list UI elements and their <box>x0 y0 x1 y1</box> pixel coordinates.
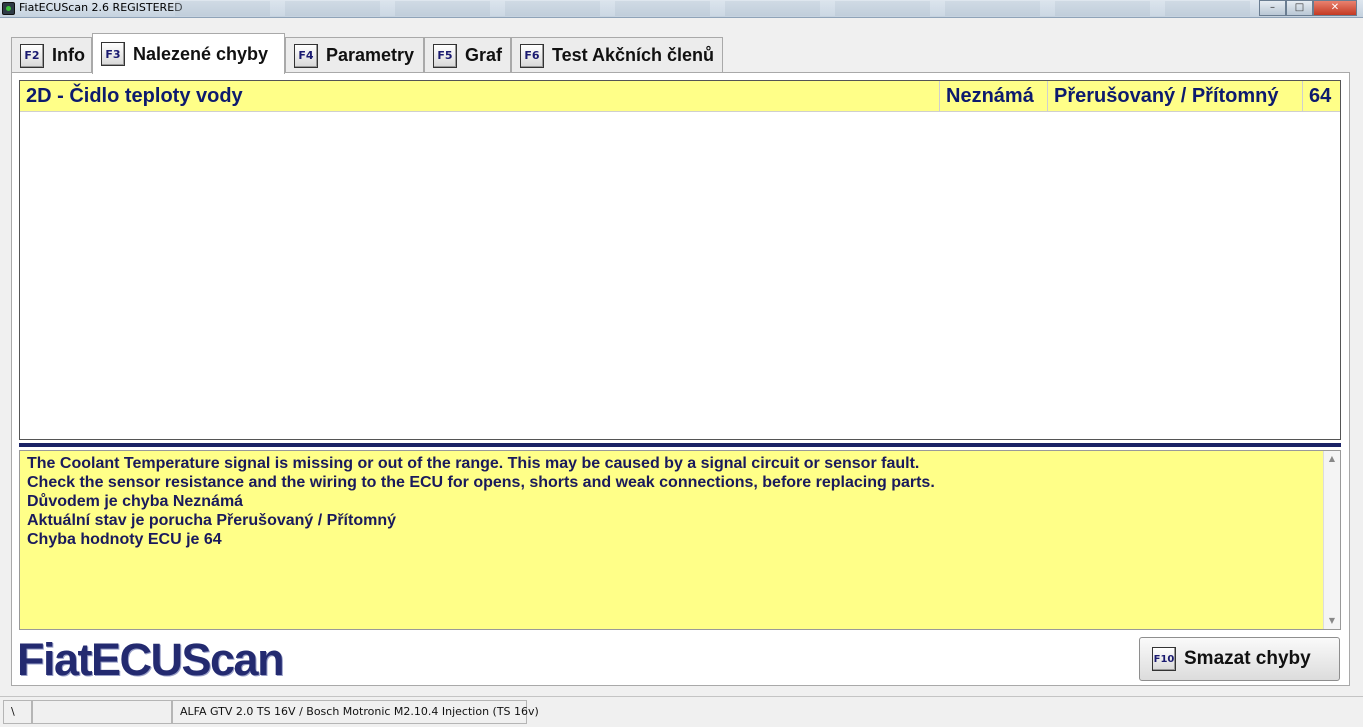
splitter[interactable] <box>19 443 1341 447</box>
fault-row[interactable]: 2D - Čidlo teploty vody Neznámá Přerušov… <box>20 81 1340 112</box>
tab-parameters[interactable]: F4 Parametry <box>285 37 424 73</box>
window-titlebar[interactable]: FiatECUScan 2.6 REGISTERED – □ ✕ <box>0 0 1363 18</box>
scroll-down-icon[interactable]: ▼ <box>1324 613 1340 629</box>
tab-label: Info <box>52 45 85 65</box>
fault-description[interactable]: The Coolant Temperature signal is missin… <box>19 450 1341 630</box>
fault-list[interactable]: 2D - Čidlo teploty vody Neznámá Přerušov… <box>19 80 1341 440</box>
fault-status: Přerušovaný / Přítomný <box>1047 81 1302 111</box>
fault-code: 64 <box>1302 81 1340 111</box>
description-text: The Coolant Temperature signal is missin… <box>27 454 935 549</box>
tab-label: Nalezené chyby <box>133 43 269 64</box>
scroll-up-icon[interactable]: ▲ <box>1324 451 1340 467</box>
tab-actuator-test[interactable]: F6 Test Akčních členů <box>511 37 723 73</box>
f10-key-icon: F10 <box>1152 647 1176 671</box>
clear-faults-button[interactable]: F10 Smazat chyby <box>1139 637 1340 681</box>
status-cell-vehicle: ALFA GTV 2.0 TS 16V / Bosch Motronic M2.… <box>172 700 539 724</box>
fault-origin: Neznámá <box>939 81 1047 111</box>
status-bar: \ ALFA GTV 2.0 TS 16V / Bosch Motronic M… <box>0 696 1363 727</box>
tab-label: Graf <box>465 45 503 65</box>
status-cell-empty <box>32 700 172 724</box>
description-scrollbar[interactable]: ▲ ▼ <box>1323 451 1340 629</box>
clear-faults-label: Smazat chyby <box>1184 648 1311 669</box>
app-icon <box>2 2 15 15</box>
description-line: Chyba hodnoty ECU je 64 <box>27 531 222 548</box>
fiatecuscan-logo: FiatECUScan <box>17 634 285 685</box>
tab-graph[interactable]: F5 Graf <box>424 37 511 73</box>
tab-info[interactable]: F2 Info <box>11 37 92 73</box>
maximize-icon[interactable]: □ <box>1286 0 1313 16</box>
f6-key-icon: F6 <box>520 43 544 68</box>
f2-key-icon: F2 <box>20 43 44 68</box>
f5-key-icon: F5 <box>433 43 457 68</box>
f4-key-icon: F4 <box>294 43 318 68</box>
status-cell-indicator: \ <box>3 700 32 724</box>
f3-key-icon: F3 <box>101 42 125 66</box>
tab-label: Test Akčních členů <box>552 45 715 65</box>
description-line: Důvodem je chyba Neznámá <box>27 493 244 510</box>
window-controls: – □ ✕ <box>1259 0 1357 16</box>
description-line: Check the sensor resistance and the wiri… <box>27 474 935 491</box>
taskbar-background <box>175 1 1250 16</box>
minimize-icon[interactable]: – <box>1259 0 1286 16</box>
description-line: Aktuální stav je porucha Přerušovaný / P… <box>27 512 396 529</box>
window-title: FiatECUScan 2.6 REGISTERED <box>19 1 183 14</box>
fault-name: 2D - Čidlo teploty vody <box>26 85 243 107</box>
close-icon[interactable]: ✕ <box>1313 0 1357 16</box>
tab-label: Parametry <box>326 45 415 65</box>
tab-found-faults[interactable]: F3 Nalezené chyby <box>92 33 285 74</box>
description-line: The Coolant Temperature signal is missin… <box>27 455 920 472</box>
